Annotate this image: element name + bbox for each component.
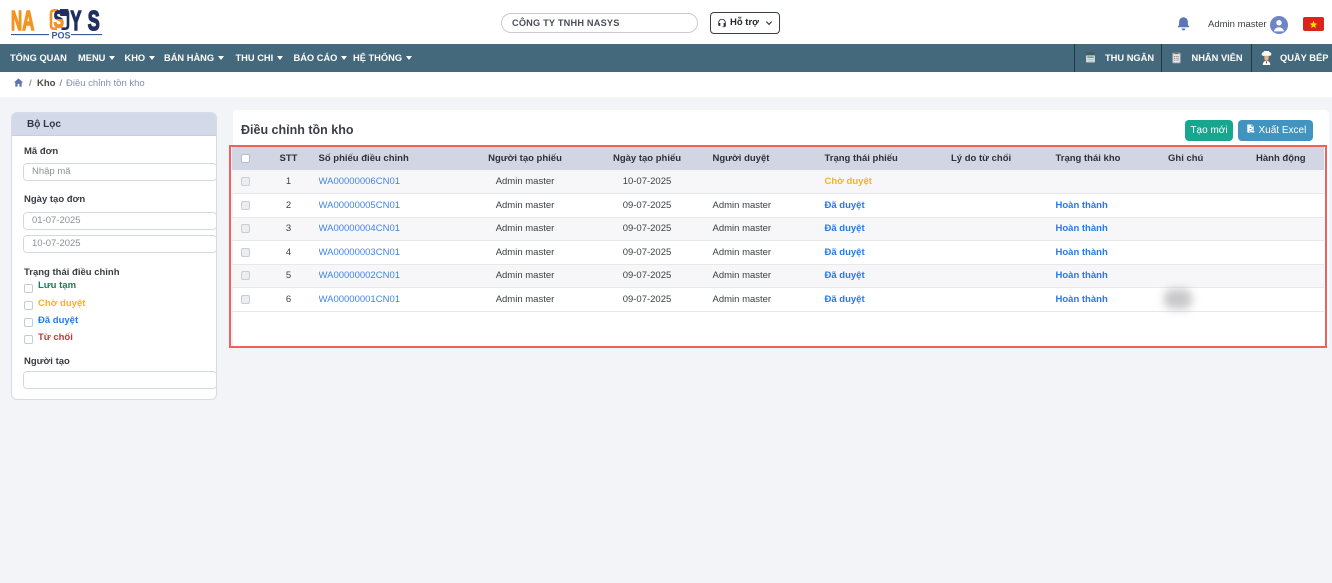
- svg-text:A: A: [22, 5, 34, 37]
- svg-text:Y: Y: [71, 4, 82, 36]
- svg-text:POS: POS: [52, 30, 71, 40]
- svg-text:S: S: [88, 5, 100, 36]
- svg-text:N: N: [11, 5, 22, 36]
